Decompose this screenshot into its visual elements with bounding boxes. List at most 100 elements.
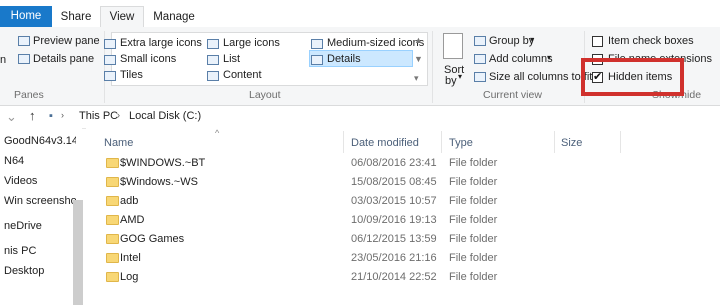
column-header-name[interactable]: Name — [104, 137, 133, 149]
add-columns-icon — [474, 54, 486, 64]
folder-icon — [106, 272, 119, 282]
gallery-scroll-down-icon[interactable]: ▼ — [414, 54, 423, 64]
details-selection — [309, 50, 413, 67]
folder-icon — [106, 215, 119, 225]
sort-by-button-line2[interactable]: by — [445, 75, 457, 87]
nav-item-win-screenshots[interactable]: Win screenshots — [4, 195, 76, 207]
file-name: Intel — [120, 252, 141, 264]
details-pane-button[interactable]: Details pane — [33, 53, 94, 65]
file-name: $Windows.~WS — [120, 176, 198, 188]
table-row[interactable]: $Windows.~WS 15/08/2015 08:45 File folde… — [96, 173, 616, 193]
table-row[interactable]: AMD 10/09/2016 19:13 File folder — [96, 211, 616, 231]
this-pc-icon: ▪ — [49, 110, 53, 122]
table-row[interactable]: adb 03/03/2015 10:57 File folder — [96, 192, 616, 212]
column-divider[interactable] — [620, 131, 621, 153]
tab-manage[interactable]: Manage — [146, 7, 202, 27]
file-date: 10/09/2016 19:13 — [351, 214, 437, 226]
size-all-columns-button[interactable]: Size all columns to fit — [489, 71, 592, 83]
tab-share[interactable]: Share — [54, 7, 98, 27]
layout-extra-large-icons[interactable]: Extra large icons — [120, 37, 202, 49]
group-by-chevron-icon: ▾ — [530, 35, 535, 44]
column-header-date[interactable]: Date modified — [351, 137, 419, 149]
folder-icon — [106, 177, 119, 187]
sort-by-icon — [443, 33, 463, 59]
table-row[interactable]: Intel 23/05/2016 21:16 File folder — [96, 249, 616, 269]
sort-by-chevron-icon: ▾ — [458, 72, 463, 81]
nav-item-onedrive[interactable]: neDrive — [4, 220, 76, 232]
file-name: GOG Games — [120, 233, 185, 245]
nav-item-n64[interactable]: N64 — [4, 155, 76, 167]
file-type: File folder — [449, 233, 498, 245]
folder-icon — [106, 196, 119, 206]
file-type: File folder — [449, 214, 498, 226]
panes-group-label: Panes — [14, 89, 44, 101]
address-row: ⌄ ↑ ▪ › This PC › Local Disk (C:) — [0, 106, 720, 129]
folder-icon — [106, 234, 119, 244]
file-date: 23/05/2016 21:16 — [351, 252, 437, 264]
layout-list[interactable]: List — [223, 53, 240, 65]
add-columns-chevron-icon: ▾ — [547, 53, 552, 62]
file-name: Log — [120, 271, 139, 283]
details-icon — [311, 55, 323, 65]
breadcrumb-local-disk[interactable]: Local Disk (C:) — [129, 110, 201, 122]
nav-item-goodn64[interactable]: GoodN64v3.14 [ — [4, 135, 76, 147]
sort-indicator-icon: ^ — [215, 128, 220, 138]
ribbon-tab-bar: Home Share View Manage — [0, 0, 720, 28]
layout-group-label: Layout — [249, 89, 281, 101]
breadcrumb-separator-icon: › — [117, 110, 120, 120]
group-by-icon — [474, 36, 486, 46]
file-name: $WINDOWS.~BT — [120, 157, 206, 169]
column-header-type[interactable]: Type — [449, 137, 473, 149]
medium-icons-icon — [311, 39, 323, 49]
file-type: File folder — [449, 271, 498, 283]
hidden-items-highlight — [581, 58, 684, 96]
group-by-button[interactable]: Group by — [489, 35, 534, 47]
layout-tiles[interactable]: Tiles — [120, 69, 143, 81]
layout-details[interactable]: Details — [327, 53, 361, 65]
navigation-pane-button-partial[interactable]: n — [0, 54, 6, 66]
gallery-expand-icon[interactable]: ▾ — [414, 73, 419, 84]
add-columns-button[interactable]: Add columns — [489, 53, 553, 65]
preview-pane-button[interactable]: Preview pane — [33, 35, 100, 47]
column-divider[interactable] — [554, 131, 555, 153]
item-check-boxes-checkbox[interactable] — [592, 36, 603, 47]
content-icon — [207, 71, 219, 81]
ribbon-divider — [432, 31, 433, 103]
tab-view[interactable]: View — [100, 6, 144, 28]
table-row[interactable]: Log 21/10/2014 22:52 File folder — [96, 268, 616, 288]
gallery-scroll-up-icon[interactable]: ▲ — [414, 35, 423, 45]
column-divider[interactable] — [441, 131, 442, 153]
file-date: 15/08/2015 08:45 — [351, 176, 437, 188]
extra-large-icons-icon — [104, 39, 116, 49]
up-arrow-icon[interactable]: ↑ — [29, 108, 36, 123]
column-header-size[interactable]: Size — [561, 137, 582, 149]
details-pane-icon — [18, 54, 30, 64]
nav-item-videos[interactable]: Videos — [4, 175, 76, 187]
layout-small-icons[interactable]: Small icons — [120, 53, 176, 65]
preview-pane-icon — [18, 36, 30, 46]
breadcrumb-separator-icon: › — [61, 110, 64, 120]
small-icons-icon — [104, 55, 116, 65]
file-type: File folder — [449, 252, 498, 264]
file-type: File folder — [449, 195, 498, 207]
item-check-boxes-label[interactable]: Item check boxes — [608, 35, 694, 47]
column-divider[interactable] — [343, 131, 344, 153]
recent-locations-chevron-icon[interactable]: ⌄ — [6, 109, 17, 125]
large-icons-icon — [207, 39, 219, 49]
nav-scrollbar[interactable] — [73, 200, 83, 305]
file-name: AMD — [120, 214, 145, 226]
current-view-group-label: Current view — [483, 89, 542, 101]
list-icon — [207, 55, 219, 65]
tab-home[interactable]: Home — [0, 6, 52, 27]
file-type: File folder — [449, 157, 498, 169]
layout-large-icons[interactable]: Large icons — [223, 37, 280, 49]
nav-item-desktop[interactable]: Desktop — [4, 265, 76, 277]
table-row[interactable]: $WINDOWS.~BT 06/08/2016 23:41 File folde… — [96, 154, 616, 174]
layout-medium-icons[interactable]: Medium-sized icons — [327, 37, 424, 49]
table-row[interactable]: GOG Games 06/12/2015 13:59 File folder — [96, 230, 616, 250]
breadcrumb-this-pc[interactable]: This PC — [79, 110, 118, 122]
nav-item-this-pc[interactable]: nis PC — [4, 245, 76, 257]
file-date: 06/08/2016 23:41 — [351, 157, 437, 169]
folder-icon — [106, 253, 119, 263]
layout-content[interactable]: Content — [223, 69, 262, 81]
